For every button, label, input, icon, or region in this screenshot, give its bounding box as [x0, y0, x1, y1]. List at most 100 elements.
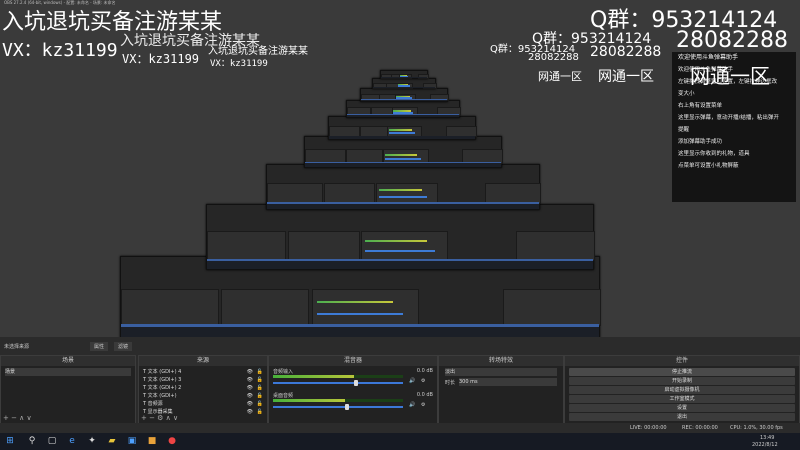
visibility-eye-icon[interactable]: 👁	[247, 384, 253, 392]
source-label: 音频源	[147, 401, 163, 407]
danmaku-line: 变大小	[678, 91, 695, 97]
danmaku-line: 这里显示弹幕，意动开播/结播，粘出弹开	[678, 115, 779, 121]
preview-canvas: 欢迎使用斗鱼弹幕助手 欢迎使用斗鱼弹幕助手 左键拖拽调整窗口位置，左键拉伸边框改变…	[0, 0, 800, 337]
sources-dock: 来源 T 文本 (GDI+) 4 👁 🔓 T 文本 (GDI+) 3 👁 🔓 T 文本 (G…	[138, 355, 268, 425]
danmaku-line: 提醒	[678, 127, 690, 133]
store-icon[interactable]: ▣	[126, 435, 138, 447]
windows-icon[interactable]: ⊞	[4, 435, 16, 447]
visibility-eye-icon[interactable]: 👁	[247, 368, 253, 376]
watermark-qq-number-2: 28082288	[590, 44, 662, 60]
volume-slider-knob[interactable]	[353, 380, 358, 386]
obs-icon[interactable]: ●	[166, 435, 178, 447]
source-label: 文本 (GDI+) 4	[147, 369, 182, 375]
preview-mirror-frame	[304, 136, 503, 168]
source-item[interactable]: T 文本 (GDI+) 2 👁 🔓	[143, 384, 263, 392]
speaker-icon[interactable]: 🔊	[409, 378, 415, 384]
live-status: LIVE: 00:00:00	[630, 425, 667, 431]
gear-icon[interactable]: ⚙	[421, 378, 425, 384]
preview-mirror-frame	[372, 78, 437, 89]
speaker-icon[interactable]: 🔊	[409, 402, 415, 408]
mixer-channel-db: 0.0 dB	[416, 368, 433, 374]
lock-icon[interactable]: 🔓	[257, 400, 263, 408]
source-toolbar: 未选择来源 属性 滤镜	[0, 340, 800, 354]
volume-slider[interactable]	[273, 382, 403, 384]
clock-date: 2022/8/12	[752, 442, 778, 448]
watermark-vx-3: VX：kz31199	[210, 59, 268, 69]
rec-status: REC: 00:00:00	[682, 425, 718, 431]
explorer-icon[interactable]: ▰	[106, 435, 118, 447]
sources-title: 来源	[139, 356, 267, 366]
control-button[interactable]: 设置	[569, 404, 795, 412]
source-item[interactable]: T 音频源 👁 🔓	[143, 400, 263, 408]
danmaku-line: 这里显示你收到的礼物，道具	[678, 151, 750, 157]
visibility-eye-icon[interactable]: 👁	[247, 408, 253, 416]
control-button[interactable]: 退出	[569, 413, 795, 421]
control-button[interactable]: 开始录制	[569, 377, 795, 385]
visibility-eye-icon[interactable]: 👁	[247, 392, 253, 400]
transitions-title: 转场特效	[439, 356, 563, 366]
danmaku-line: 添加弹幕助手成功	[678, 139, 723, 145]
watermark-region-3: 网通一区	[538, 70, 582, 83]
source-label: 文本 (GDI+)	[147, 393, 177, 399]
control-button[interactable]: 启动虚拟摄像机	[569, 386, 795, 394]
control-button[interactable]: 停止推流	[569, 368, 795, 376]
danmaku-line: 点菜单可设置小礼物屏蔽	[678, 163, 739, 169]
lock-icon[interactable]: 🔓	[257, 376, 263, 384]
volume-meter-level	[273, 375, 354, 378]
lock-icon[interactable]: 🔓	[257, 392, 263, 400]
gear-icon[interactable]: ⚙	[421, 402, 425, 408]
mixer-channel-name: 音频输入	[273, 369, 294, 375]
duration-input[interactable]: 300 ms	[459, 378, 557, 386]
scenes-title: 场景	[1, 356, 135, 366]
sources-footer-controls[interactable]: + − ⚙ ∧ ∨	[141, 414, 178, 422]
game-icon[interactable]: ✦	[86, 435, 98, 447]
watermark-small-title: OBS 27.2.4 (64-bit, windows) - 配置: 未命名 -…	[4, 0, 116, 5]
watermark-qq-number-3: 28082288	[528, 52, 579, 63]
preview-mirror-frame	[380, 70, 429, 79]
edge-icon[interactable]: e	[66, 435, 78, 447]
scene-item[interactable]: 场景	[5, 368, 131, 376]
controls-title: 控件	[565, 356, 799, 366]
task-view-icon[interactable]: ▢	[46, 435, 58, 447]
source-label: 文本 (GDI+) 2	[147, 385, 182, 391]
watermark-vx: VX：kz31199	[2, 40, 118, 61]
volume-slider[interactable]	[273, 406, 403, 408]
volume-slider-knob[interactable]	[344, 404, 349, 410]
source-label: 文本 (GDI+) 3	[147, 377, 182, 383]
mixer-channel-db: 0.0 dB	[416, 392, 433, 398]
clock-time: 13:49	[760, 435, 775, 441]
search-icon[interactable]: ⚲	[26, 435, 38, 447]
transitions-dock: 转场特效 淡出 时长 300 ms	[438, 355, 564, 425]
controls-dock: 控件 停止推流 开始录制 启动虚拟摄像机 工作室模式 设置 退出	[564, 355, 800, 425]
danmaku-line: 右上角有设置菜单	[678, 103, 723, 109]
visibility-eye-icon[interactable]: 👁	[247, 400, 253, 408]
no-source-label: 未选择来源	[4, 344, 30, 350]
filters-button[interactable]: 滤镜	[114, 342, 133, 351]
watermark-qq-number: 28082288	[676, 28, 788, 53]
watermark-title-3: 入坑退坑买备注游某某	[208, 46, 308, 57]
lock-icon[interactable]: 🔓	[257, 408, 263, 416]
taskbar: ⊞ ⚲ ▢ e ✦ ▰ ▣ ■ ● 13:49 2022/8/12	[0, 433, 800, 450]
source-item[interactable]: T 文本 (GDI+) 3 👁 🔓	[143, 376, 263, 384]
watermark-region-2: 网通一区	[598, 69, 654, 85]
mixer-title: 混音器	[269, 356, 437, 366]
cpu-status: CPU: 1.0%, 30.00 fps	[730, 425, 783, 431]
scenes-dock: 场景 场景 + − ∧ ∨	[0, 355, 136, 425]
app-icon[interactable]: ■	[146, 435, 158, 447]
duration-label: 时长	[445, 380, 456, 386]
preview-mirror-frame	[346, 100, 461, 118]
volume-meter-level	[273, 399, 345, 402]
visibility-eye-icon[interactable]: 👁	[247, 376, 253, 384]
properties-button[interactable]: 属性	[90, 342, 109, 351]
preview-mirror-frame	[360, 88, 449, 102]
watermark-region: 网通一区	[690, 64, 770, 88]
lock-icon[interactable]: 🔓	[257, 384, 263, 392]
lock-icon[interactable]: 🔓	[257, 368, 263, 376]
control-button[interactable]: 工作室模式	[569, 395, 795, 403]
preview-mirror-frame	[266, 164, 541, 210]
transition-select[interactable]: 淡出	[445, 368, 557, 376]
scenes-footer-controls[interactable]: + − ∧ ∨	[3, 414, 32, 422]
source-item[interactable]: T 文本 (GDI+) 👁 🔓	[143, 392, 263, 400]
watermark-vx-2: VX：kz31199	[122, 52, 200, 66]
source-item[interactable]: T 文本 (GDI+) 4 👁 🔓	[143, 368, 263, 376]
